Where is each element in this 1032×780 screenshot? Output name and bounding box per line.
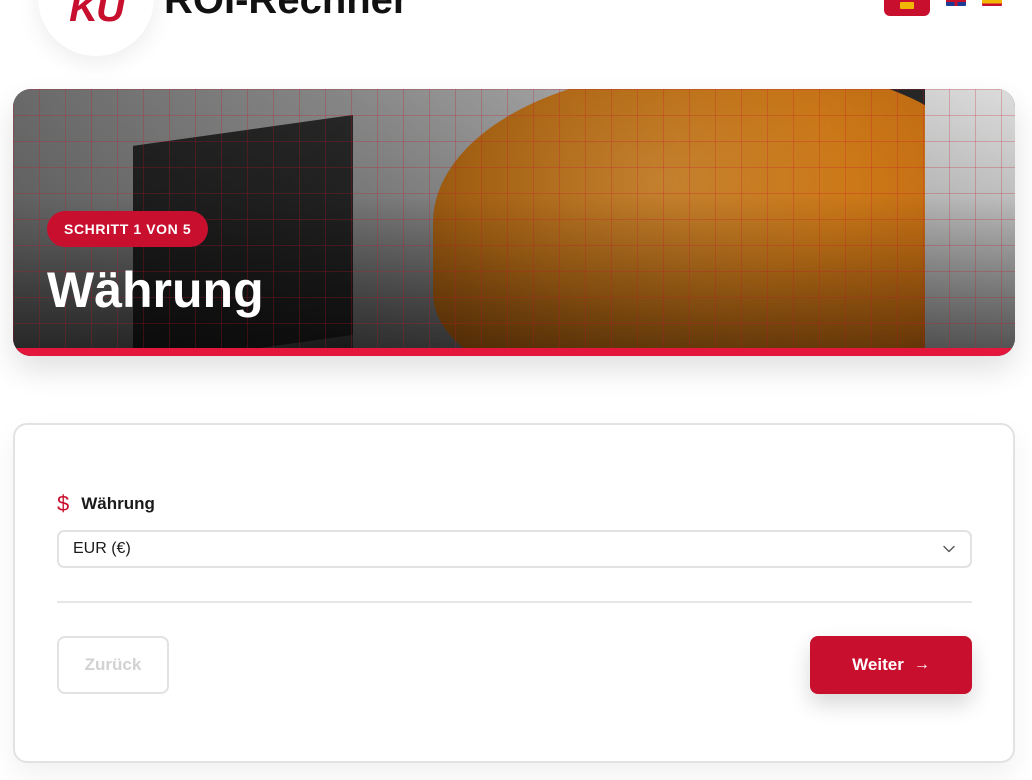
currency-select-value: EUR (€) (73, 540, 131, 557)
arrow-right-icon: → (913, 656, 930, 673)
page-title: Währung (47, 262, 264, 318)
dollar-icon: $ (57, 491, 70, 516)
de-flag-icon (900, 1, 914, 9)
currency-field-label: $ Währung (57, 493, 155, 515)
next-button[interactable]: Weiter → (810, 636, 972, 694)
logo-text: KU (69, 0, 125, 30)
hero-banner: SCHRITT 1 VON 5 Währung (13, 89, 1015, 356)
language-switcher (884, 0, 1002, 16)
back-button[interactable]: Zurück (57, 636, 169, 694)
page: KU ROI-Rechner SCHRITT 1 VON 5 Währung $… (0, 0, 1032, 780)
chevron-down-icon (942, 542, 956, 556)
step-indicator: SCHRITT 1 VON 5 (47, 211, 209, 247)
hero-accent-bar (13, 348, 1015, 356)
uk-flag-icon[interactable] (946, 0, 966, 6)
es-flag-icon[interactable] (982, 0, 1002, 6)
logo[interactable]: KU (38, 0, 154, 56)
divider (57, 601, 972, 603)
back-button-label: Zurück (84, 655, 142, 674)
currency-label-text: Währung (81, 494, 155, 513)
next-button-label: Weiter (852, 655, 904, 674)
language-de-button[interactable] (884, 0, 930, 16)
form-card: $ Währung EUR (€) Zurück Weiter → (13, 423, 1015, 763)
app-title: ROI-Rechner (164, 0, 409, 22)
currency-select[interactable]: EUR (€) (57, 530, 972, 568)
